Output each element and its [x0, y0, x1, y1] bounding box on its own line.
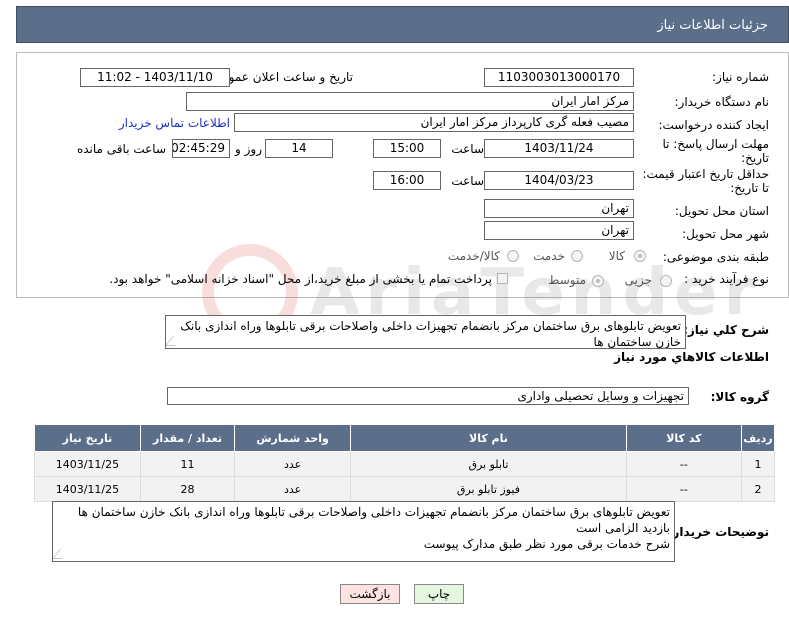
- process-option-medium: متوسط: [548, 273, 586, 287]
- cell-row-number: 2: [741, 476, 775, 502]
- cell-unit: عدد: [234, 476, 352, 502]
- city-field: تهران: [484, 221, 634, 240]
- deadline-label: مهلت ارسال پاسخ: تا تاریخ:: [662, 137, 769, 165]
- category-option-service: خدمت: [533, 249, 565, 263]
- cell-need-date: 1403/11/25: [34, 476, 141, 502]
- table-row: 1 -- تابلو برق عدد 11 1403/11/25: [34, 451, 775, 477]
- col-header-item-name: نام کالا: [350, 424, 627, 452]
- process-option-minor: جزیی: [624, 273, 652, 287]
- need-number-field: 1103003013000170: [484, 68, 634, 87]
- days-label: روز و: [235, 142, 262, 156]
- buyer-notes-line: تعویض تابلوهای برق ساختمان مرکز بانضمام …: [77, 505, 670, 519]
- cell-quantity: 28: [139, 476, 236, 502]
- cell-item-code: --: [625, 451, 743, 477]
- remaining-time-field: 02:45:29: [172, 139, 230, 158]
- col-header-quantity: تعداد / مقدار: [139, 424, 236, 452]
- remaining-days-field: 14: [265, 139, 333, 158]
- goods-group-field: تجهیزات و وسایل تحصیلی واداری: [167, 387, 689, 405]
- process-radio-medium[interactable]: [592, 275, 604, 287]
- buyer-notes-line: شرح خدمات برقی مورد نظر طبق مدارک پیوست: [423, 537, 670, 551]
- price-validity-date-field: 1404/03/23: [484, 171, 634, 190]
- price-validity-time-field: 16:00: [373, 171, 441, 190]
- back-button[interactable]: بازگشت: [340, 584, 400, 604]
- requester-field: مصیب فعله گری کارپرداز مرکز امار ایران: [234, 113, 634, 132]
- deadline-time-field: 15:00: [373, 139, 441, 158]
- province-field: تهران: [484, 199, 634, 218]
- buyer-org-field: مرکز امار ایران: [186, 92, 634, 111]
- goods-group-label: گروه کالا:: [710, 390, 769, 404]
- city-label: شهر محل تحویل:: [682, 227, 769, 241]
- cell-need-date: 1403/11/25: [34, 451, 141, 477]
- cell-row-number: 1: [741, 451, 775, 477]
- buyer-notes-textarea[interactable]: تعویض تابلوهای برق ساختمان مرکز بانضمام …: [52, 501, 675, 562]
- process-radio-minor[interactable]: [660, 275, 672, 287]
- category-radio-goods[interactable]: [634, 250, 646, 262]
- summary-label: شرح كلي نياز:: [683, 323, 769, 337]
- buyer-contact-link[interactable]: اطلاعات تماس خریدار: [119, 116, 230, 130]
- remaining-time-label: ساعت باقی مانده: [76, 142, 166, 156]
- col-header-row-number: ردیف: [741, 424, 775, 452]
- category-label: طبقه بندی موضوعی:: [662, 250, 769, 264]
- price-validity-time-label: ساعت: [451, 174, 484, 188]
- province-label: استان محل تحویل:: [674, 204, 769, 218]
- table-header-row: ردیف کد کالا نام کالا واحد شمارش تعداد /…: [34, 424, 775, 452]
- col-header-unit: واحد شمارش: [234, 424, 352, 452]
- resize-handle-icon[interactable]: [53, 549, 71, 559]
- goods-info-title: اطلاعات كالاهاي مورد نياز: [614, 350, 769, 364]
- category-option-goods-service: کالا/خدمت: [447, 249, 500, 263]
- price-validity-label: حداقل تاریخ اعتبار قیمت: تا تاریخ:: [642, 167, 769, 195]
- goods-table: ردیف کد کالا نام کالا واحد شمارش تعداد /…: [34, 424, 775, 502]
- resize-handle-icon[interactable]: [166, 336, 184, 346]
- cell-item-name: فیوز تابلو برق: [350, 476, 627, 502]
- buyer-org-label: نام دستگاه خریدار:: [674, 95, 770, 109]
- category-option-goods: کالا: [608, 249, 625, 263]
- cell-quantity: 11: [139, 451, 236, 477]
- need-number-label: شماره نیاز:: [712, 70, 769, 84]
- buyer-notes-label: توضیحات خریدار:: [667, 525, 769, 539]
- deadline-time-label: ساعت: [451, 142, 484, 156]
- page-header: جزئیات اطلاعات نیاز: [16, 6, 789, 43]
- cell-item-name: تابلو برق: [350, 451, 627, 477]
- summary-text: تعویض تابلوهای برق ساختمان مرکز بانضمام …: [180, 319, 681, 349]
- print-button[interactable]: چاپ: [414, 584, 464, 604]
- deadline-date-field: 1403/11/24: [484, 139, 634, 158]
- table-row: 2 -- فیوز تابلو برق عدد 28 1403/11/25: [34, 476, 775, 502]
- cell-item-code: --: [625, 476, 743, 502]
- category-radio-goods-service[interactable]: [507, 250, 519, 262]
- col-header-item-code: کد کالا: [625, 424, 743, 452]
- category-radio-service[interactable]: [571, 250, 583, 262]
- treasury-payment-checkbox[interactable]: [497, 273, 508, 284]
- requester-label: ایجاد کننده درخواست:: [658, 118, 769, 132]
- col-header-need-date: تاریخ نیاز: [34, 424, 141, 452]
- buyer-notes-line: بازدید الزامی است: [576, 521, 670, 535]
- announce-datetime-field: 1403/11/10 - 11:02: [80, 68, 230, 87]
- summary-textarea[interactable]: تعویض تابلوهای برق ساختمان مرکز بانضمام …: [165, 315, 686, 349]
- process-type-label: نوع فرآیند خرید :: [684, 272, 769, 286]
- treasury-payment-note: پرداخت تمام یا بخشی از مبلغ خرید،از محل …: [109, 272, 492, 286]
- cell-unit: عدد: [234, 451, 352, 477]
- page-title: جزئیات اطلاعات نیاز: [657, 18, 768, 33]
